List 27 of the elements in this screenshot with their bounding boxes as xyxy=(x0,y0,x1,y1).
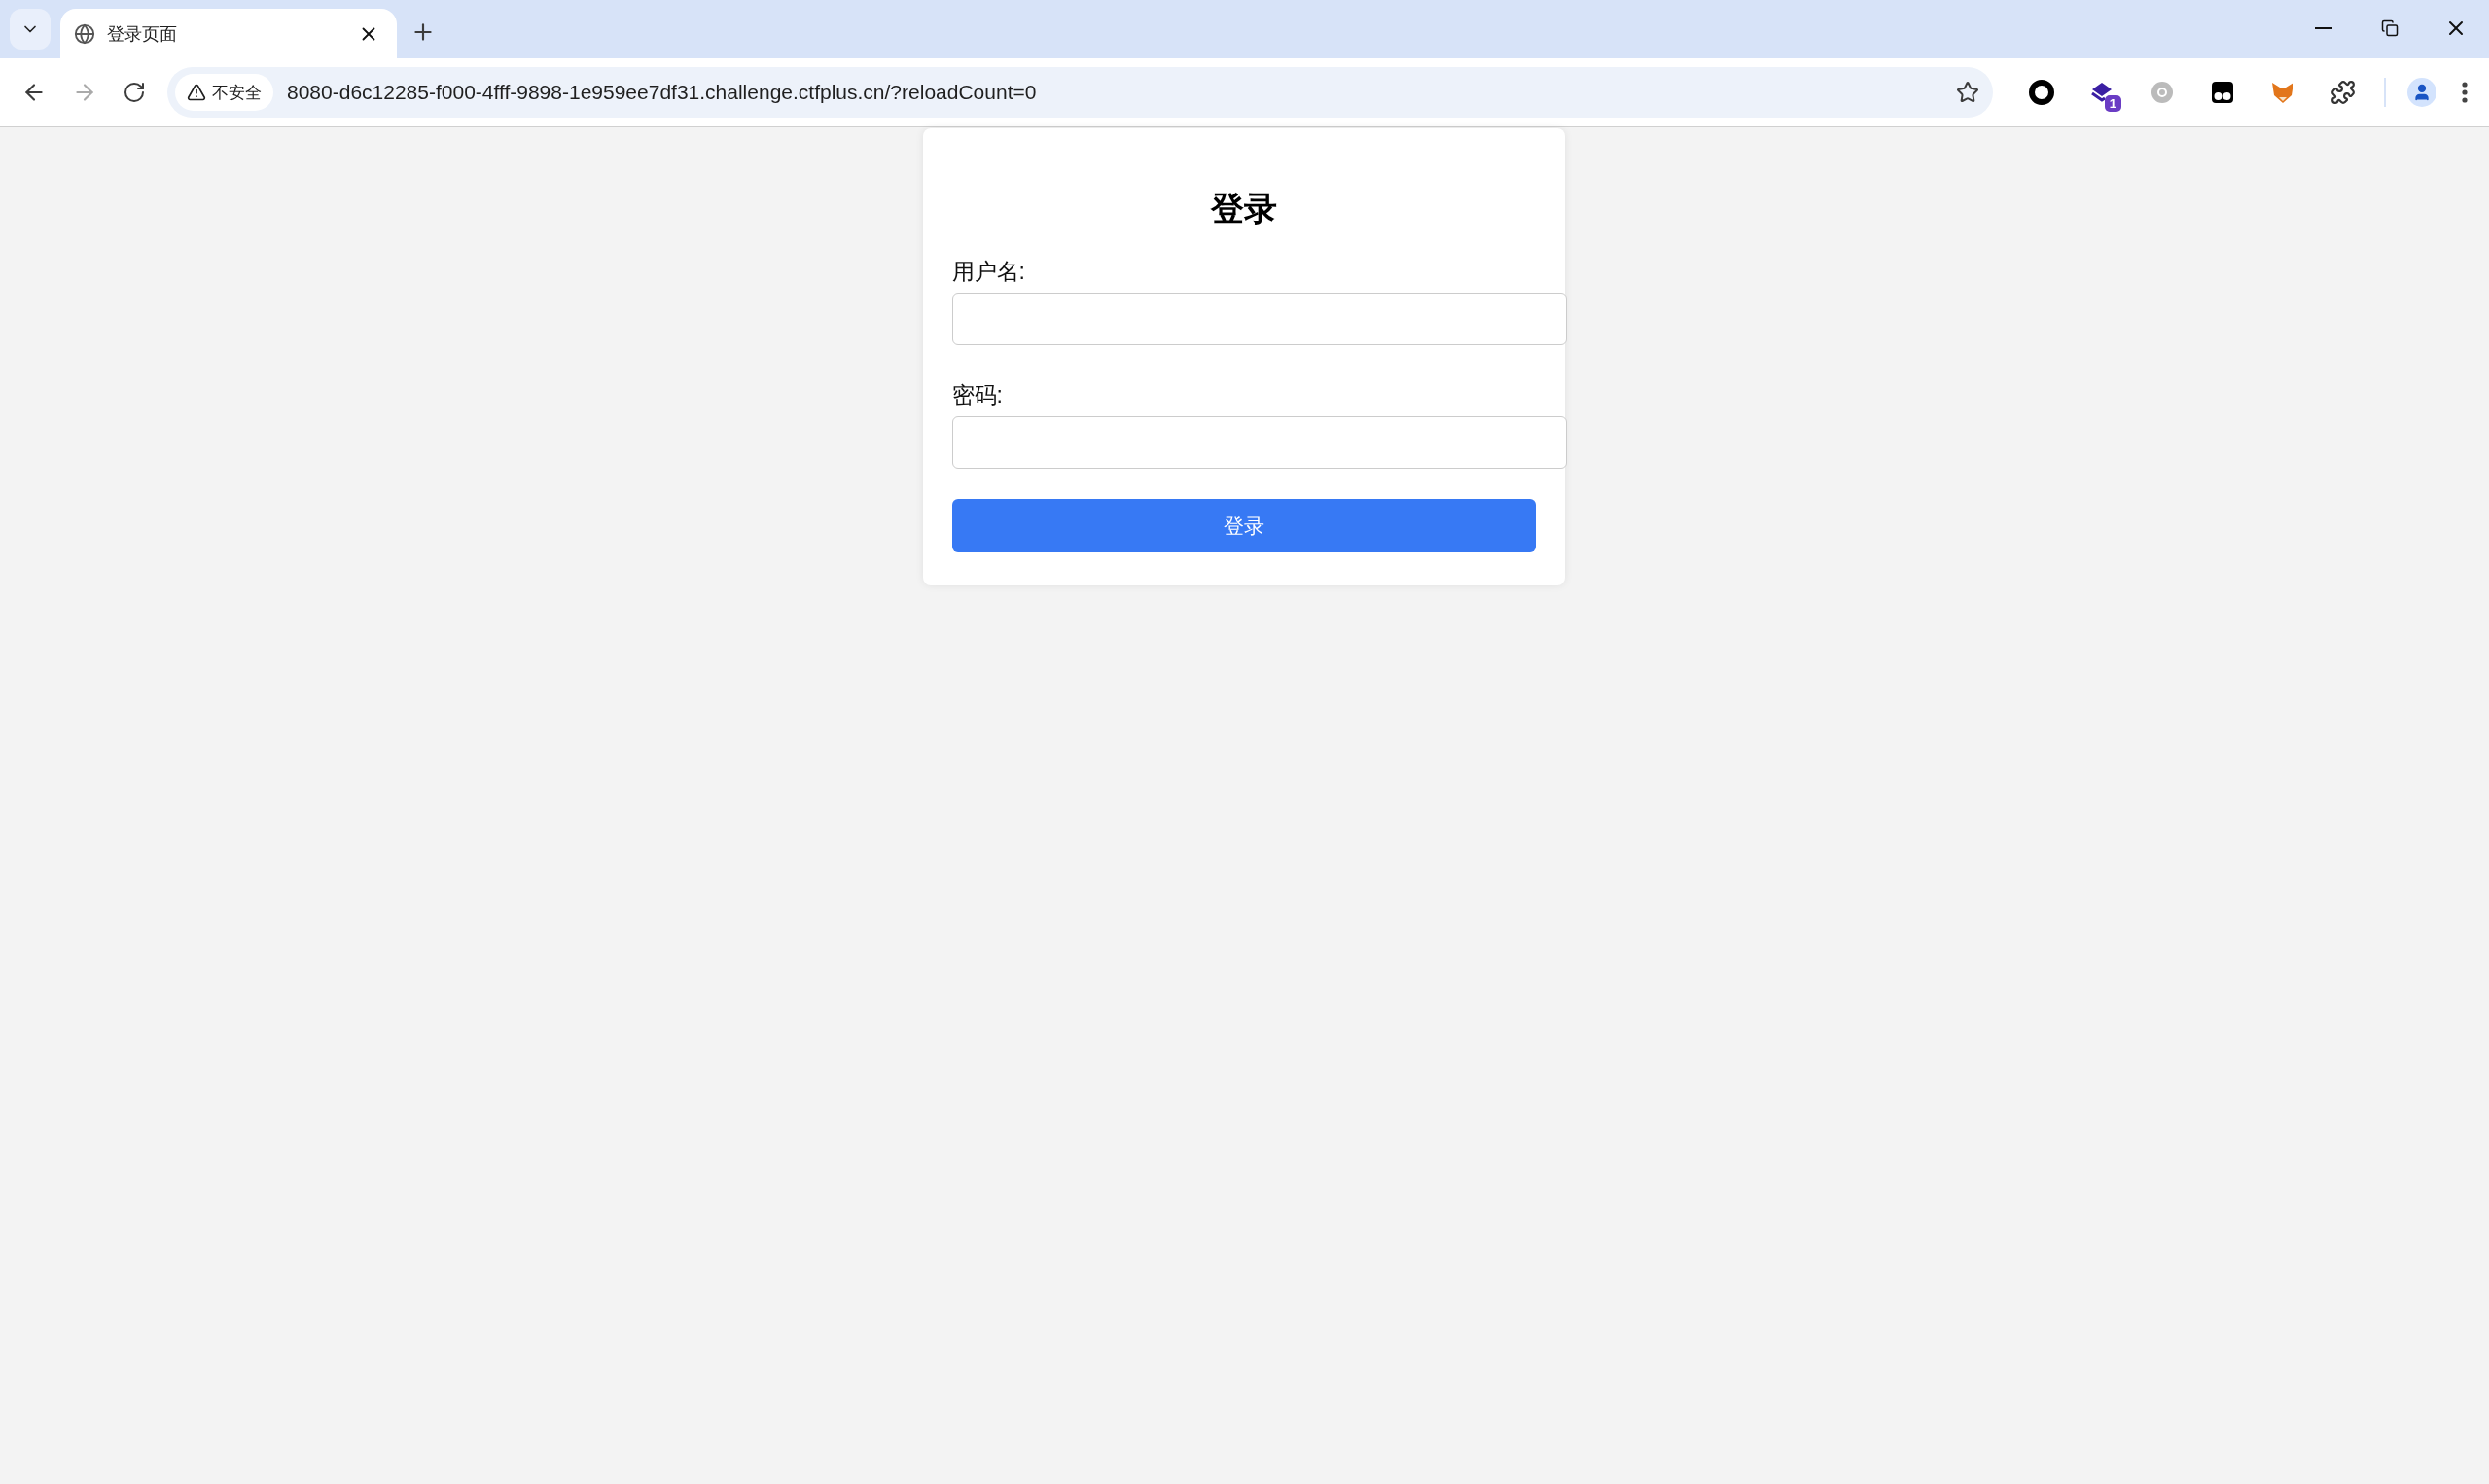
star-icon xyxy=(1956,81,1979,104)
globe-icon xyxy=(74,22,95,45)
login-button[interactable]: 登录 xyxy=(951,499,1536,552)
eyes-icon xyxy=(2210,80,2235,105)
input-field[interactable] xyxy=(951,293,1567,345)
person-icon xyxy=(2412,83,2432,102)
input-field[interactable] xyxy=(951,416,1567,469)
warning-icon xyxy=(187,83,206,102)
url-text: 8080-d6c12285-f000-4fff-9898-1e959ee7df31.challenge.ctfplus.cn/?reloadCount=0 xyxy=(287,81,1038,104)
minimize-icon xyxy=(2315,27,2332,29)
circle-icon xyxy=(2150,80,2175,105)
profile-avatar[interactable] xyxy=(2407,78,2436,107)
puzzle-icon xyxy=(2330,80,2356,105)
ring-icon xyxy=(2029,80,2054,105)
reload-icon xyxy=(123,81,146,104)
address-bar[interactable]: 不安全 8080-d6c12285-f000-4fff-9898-1e959ee7df31.challenge.ctfplus.cn/?reloadCount=0 xyxy=(167,67,1993,118)
browser-tab[interactable]: 登录页面 xyxy=(60,9,397,58)
security-chip[interactable]: 不安全 xyxy=(175,74,273,111)
restore-icon xyxy=(2381,19,2399,37)
fox-icon xyxy=(2270,80,2295,105)
menu-dots-icon xyxy=(2462,82,2468,103)
extension-badge: 1 xyxy=(2104,95,2121,112)
field-label: 用户名: xyxy=(951,258,1026,286)
login-title: 登录 xyxy=(1209,189,1278,229)
tab-title: 登录页面 xyxy=(107,22,178,46)
stack-extension-button[interactable]: 1 xyxy=(2082,73,2121,112)
field-label: 密码: xyxy=(951,381,1004,409)
